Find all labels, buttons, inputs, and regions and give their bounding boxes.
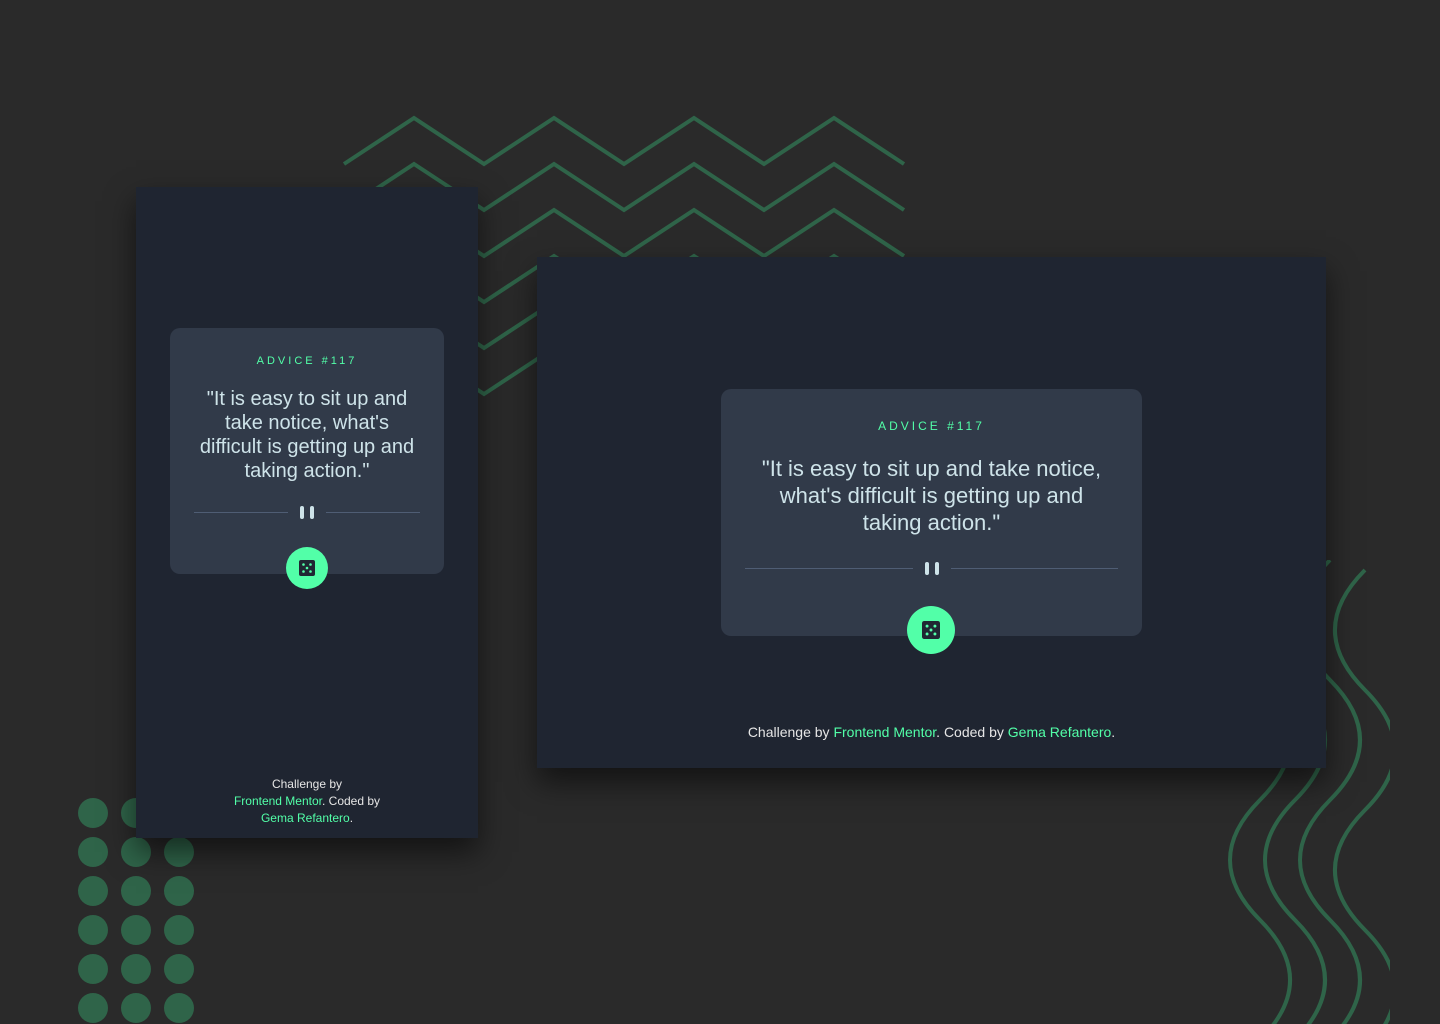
author-link[interactable]: Gema Refantero bbox=[261, 811, 350, 825]
divider-line-right bbox=[950, 568, 1118, 569]
divider-line-left bbox=[745, 568, 913, 569]
advice-quote: "It is easy to sit up and take notice, w… bbox=[761, 456, 1102, 535]
attribution-footer: Challenge by Frontend Mentor. Coded by G… bbox=[227, 776, 387, 827]
divider-line-right bbox=[326, 512, 420, 513]
advice-card: ADVICE #117 "It is easy to sit up and ta… bbox=[170, 328, 444, 589]
footer-suffix: . bbox=[1111, 724, 1116, 740]
mobile-preview: ADVICE #117 "It is easy to sit up and ta… bbox=[136, 187, 478, 838]
footer-prefix: Challenge by bbox=[271, 777, 343, 791]
advice-label: ADVICE #117 bbox=[256, 355, 358, 367]
desktop-preview: ADVICE #117 "It is easy to sit up and ta… bbox=[537, 257, 1326, 768]
pause-icon bbox=[924, 562, 939, 575]
divider-line-left bbox=[194, 512, 288, 513]
divider bbox=[194, 506, 420, 519]
frontend-mentor-link[interactable]: Frontend Mentor bbox=[833, 724, 936, 740]
frontend-mentor-link[interactable]: Frontend Mentor bbox=[234, 794, 322, 808]
advice-card: ADVICE #117 "It is easy to sit up and ta… bbox=[721, 389, 1142, 654]
divider bbox=[745, 562, 1118, 575]
author-link[interactable]: Gema Refantero bbox=[1008, 724, 1112, 740]
footer-middle: . Coded by bbox=[936, 724, 1004, 740]
footer-suffix: . bbox=[349, 811, 354, 825]
advice-quote: "It is easy to sit up and take notice, w… bbox=[199, 388, 415, 482]
generate-advice-button[interactable] bbox=[907, 606, 955, 654]
advice-label: ADVICE #117 bbox=[878, 419, 985, 433]
footer-middle: . Coded by bbox=[322, 794, 381, 808]
generate-advice-button[interactable] bbox=[286, 547, 328, 589]
attribution-footer: Challenge by Frontend Mentor. Coded by G… bbox=[537, 723, 1326, 741]
footer-prefix: Challenge by bbox=[747, 724, 830, 740]
dice-icon bbox=[299, 560, 315, 576]
dice-icon bbox=[922, 621, 940, 639]
pause-icon bbox=[300, 506, 314, 519]
